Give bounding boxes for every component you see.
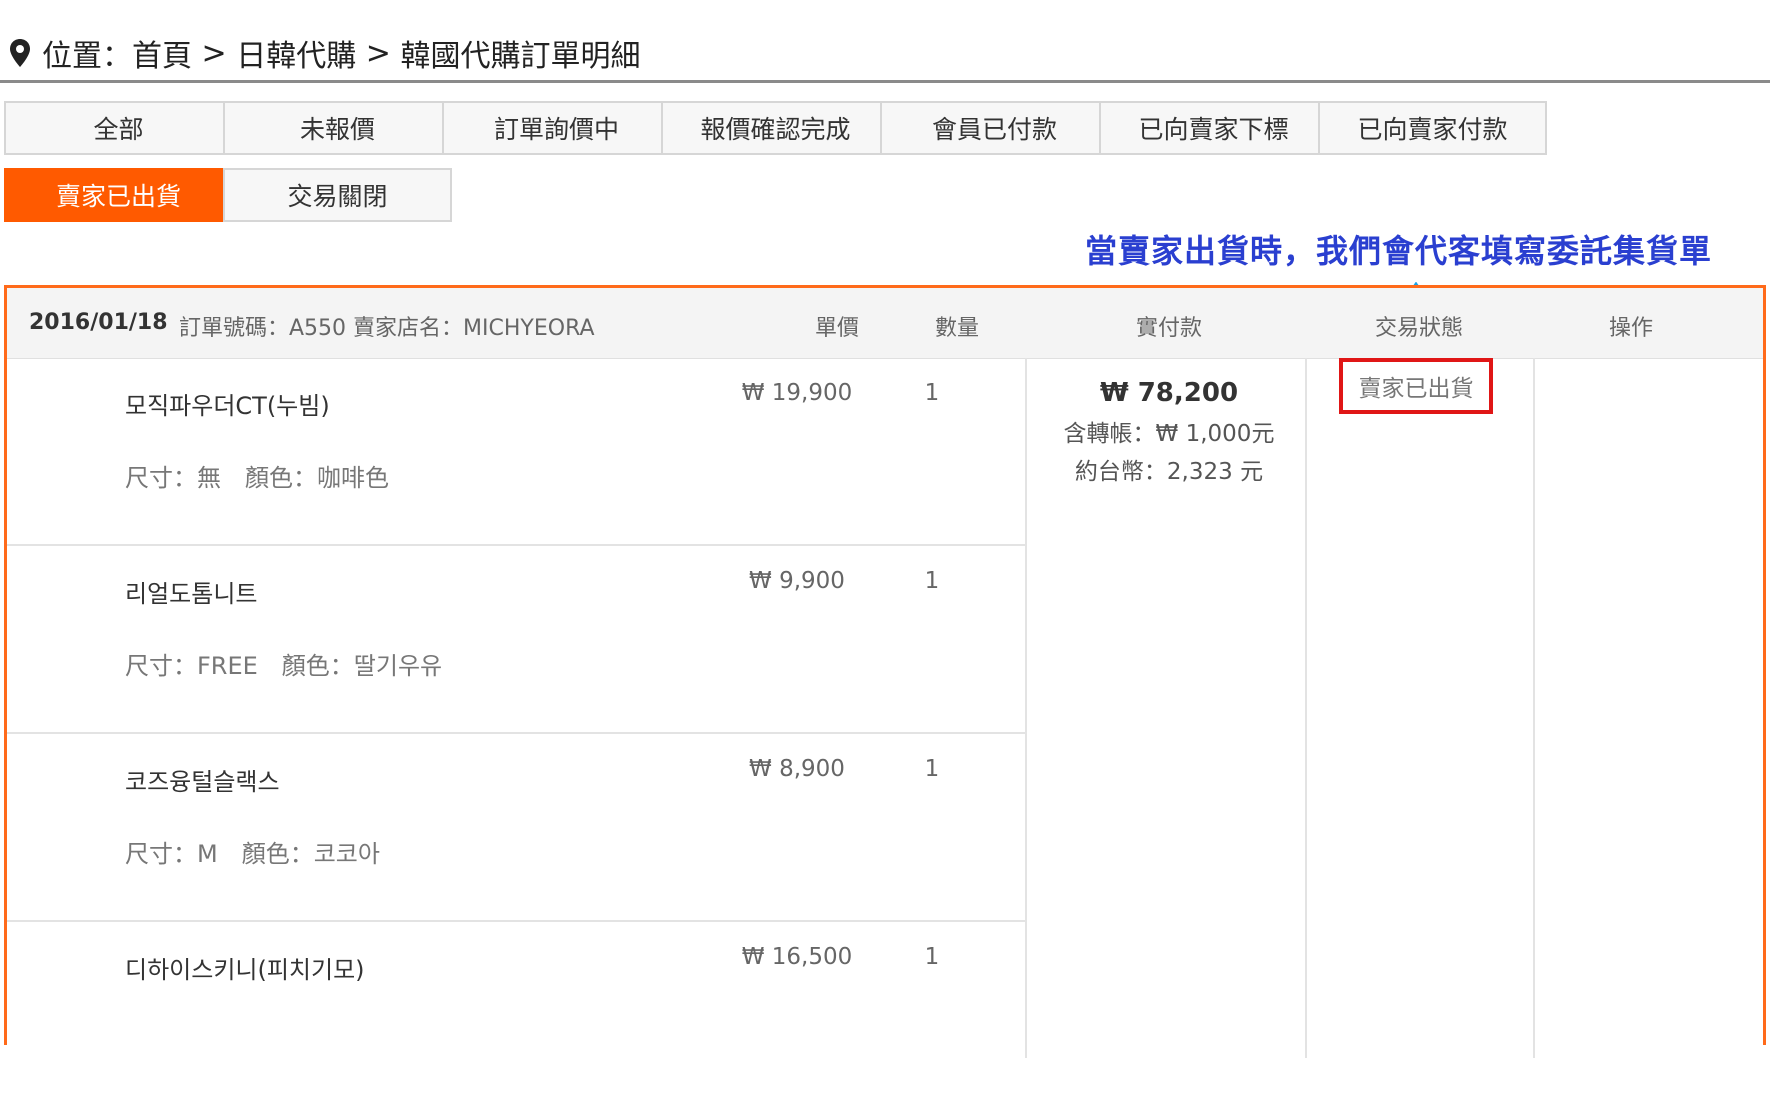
column-header-action: 操作 <box>1608 316 1653 341</box>
order-item: 디하이스키니(피치기모) ₩ 16,500 1 <box>7 922 1027 1110</box>
tab-member-paid[interactable]: 會員已付款 <box>880 101 1109 155</box>
breadcrumb-item-jk-purchase[interactable]: 日韓代購 <box>236 31 356 75</box>
order-item: 리얼도톰니트 尺寸：FREE 顏色：딸기우유 ₩ 9,900 1 <box>7 546 1027 734</box>
order-meta: 訂單號碼：A550 賣家店名：MICHYEORA <box>179 316 595 341</box>
tab-closed[interactable]: 交易關閉 <box>223 168 452 222</box>
paid-summary: ₩ 78,200 含轉帳：₩ 1,000元 約台幣：2,323 元 <box>1027 378 1311 486</box>
column-header-status: 交易狀態 <box>1374 316 1463 341</box>
item-name[interactable]: 디하이스키니(피치기모) <box>125 950 365 985</box>
tab-seller-shipped[interactable]: 賣家已出貨 <box>4 168 233 222</box>
item-qty: 1 <box>924 944 940 970</box>
order-item: 코즈융털슬랙스 尺寸：M 顏色：코코아 ₩ 8,900 1 <box>7 734 1027 922</box>
order-date: 2016/01/18 <box>29 310 168 335</box>
tab-inquiring[interactable]: 訂單詢價中 <box>442 101 671 155</box>
item-spec: 尺寸：FREE 顏色：딸기우유 <box>125 652 443 680</box>
item-price: ₩ 9,900 <box>749 568 845 594</box>
item-qty: 1 <box>924 380 940 406</box>
status-badge: 賣家已出貨 <box>1339 358 1493 414</box>
item-name[interactable]: 모직파우더CT(누빔) <box>125 386 330 421</box>
breadcrumb-item-current: 韓國代購訂單明細 <box>400 39 641 74</box>
breadcrumb-separator: > <box>201 35 227 71</box>
item-spec: 尺寸：無 顏色：咖啡色 <box>125 464 389 492</box>
order-card: 2016/01/18 訂單號碼：A550 賣家店名：MICHYEORA 單價 數… <box>4 285 1766 1058</box>
paid-total: ₩ 78,200 <box>1099 378 1239 408</box>
item-name[interactable]: 코즈융털슬랙스 <box>125 762 280 797</box>
tab-quote-confirmed[interactable]: 報價確認完成 <box>661 101 890 155</box>
tab-not-quoted[interactable]: 未報價 <box>223 101 452 155</box>
breadcrumb-item-home[interactable]: 首頁 <box>132 31 192 75</box>
breadcrumb: 位置： 首頁 > 日韓代購 > 韓國代購訂單明細 <box>8 30 640 76</box>
location-pin-icon <box>10 39 30 67</box>
column-divider <box>1533 358 1535 1058</box>
tab-ordered-from-seller[interactable]: 已向賣家下標 <box>1099 101 1328 155</box>
column-header-price: 單價 <box>814 316 859 341</box>
item-name[interactable]: 리얼도톰니트 <box>125 574 257 609</box>
item-price: ₩ 16,500 <box>741 944 853 970</box>
paid-transfer-fee: 含轉帳：₩ 1,000元 <box>1063 421 1275 447</box>
order-item: 모직파우더CT(누빔) 尺寸：無 顏色：咖啡色 ₩ 19,900 1 <box>7 358 1027 546</box>
item-price: ₩ 8,900 <box>749 756 845 782</box>
column-header-paid: 實付款 <box>1135 316 1202 341</box>
tab-paid-seller[interactable]: 已向賣家付款 <box>1318 101 1547 155</box>
breadcrumb-separator: > <box>365 35 391 71</box>
column-header-qty: 數量 <box>934 316 979 341</box>
annotation-note: 當賣家出貨時，我們會代客填寫委託集貨單 <box>1085 232 1713 270</box>
item-spec: 尺寸：M 顏色：코코아 <box>125 840 380 868</box>
tab-all[interactable]: 全部 <box>4 101 233 155</box>
item-qty: 1 <box>924 568 940 594</box>
item-price: ₩ 19,900 <box>741 380 853 406</box>
breadcrumb-prefix: 位置： <box>42 39 132 74</box>
breadcrumb-divider <box>0 80 1770 83</box>
item-qty: 1 <box>924 756 940 782</box>
paid-twd-estimate: 約台幣：2,323 元 <box>1074 459 1264 485</box>
order-header: 2016/01/18 訂單號碼：A550 賣家店名：MICHYEORA 單價 數… <box>7 288 1763 359</box>
